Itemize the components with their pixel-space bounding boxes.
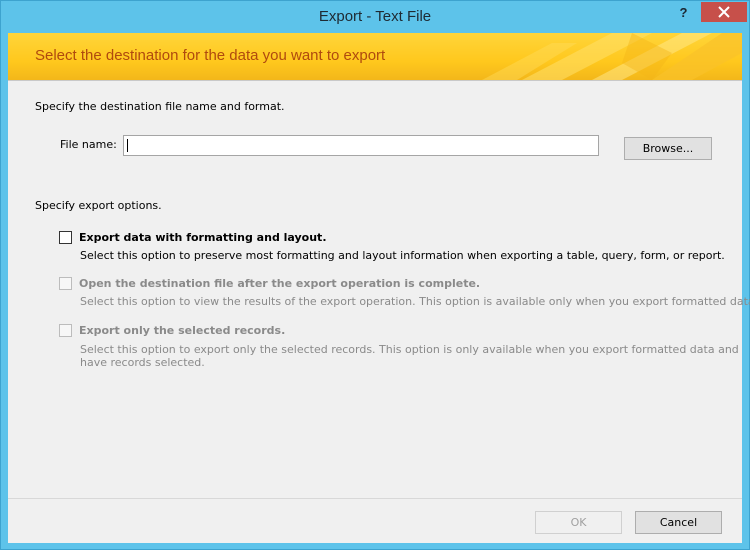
open-destination-checkbox[interactable] [59, 277, 72, 290]
title-bar[interactable]: Export - Text File ? [1, 1, 749, 33]
export-selected-description-line2: have records selected. [80, 356, 205, 369]
close-icon [718, 6, 730, 18]
open-destination-description: Select this option to view the results o… [80, 295, 750, 308]
file-name-input[interactable] [123, 135, 599, 156]
banner-divider [8, 80, 742, 81]
text-caret [127, 139, 128, 152]
options-section-label: Specify export options. [35, 199, 162, 212]
dialog-body: Select the destination for the data you … [8, 33, 750, 543]
cancel-button[interactable]: Cancel [635, 511, 722, 534]
ok-button-label: OK [570, 516, 587, 529]
cancel-button-label: Cancel [659, 516, 698, 529]
file-name-label: File name: [60, 138, 117, 151]
export-formatting-label[interactable]: Export data with formatting and layout. [79, 231, 327, 244]
export-formatting-description: Select this option to preserve most form… [80, 249, 725, 262]
export-selected-description-line1: Select this option to export only the se… [80, 343, 739, 356]
browse-button[interactable]: Browse... [624, 137, 712, 160]
header-banner: Select the destination for the data you … [8, 33, 742, 80]
export-formatting-checkbox[interactable] [59, 231, 72, 244]
export-selected-label[interactable]: Export only the selected records. [79, 324, 285, 337]
banner-heading: Select the destination for the data you … [35, 47, 386, 64]
help-icon: ? [679, 4, 688, 20]
destination-section-label: Specify the destination file name and fo… [35, 100, 285, 113]
window-title: Export - Text File [318, 8, 432, 25]
ok-button[interactable]: OK [535, 511, 622, 534]
open-destination-label[interactable]: Open the destination file after the expo… [79, 277, 480, 290]
browse-button-label: Browse... [642, 142, 694, 155]
footer-divider [8, 498, 742, 499]
banner-decoration [482, 33, 742, 80]
close-button[interactable] [701, 2, 747, 22]
export-selected-checkbox[interactable] [59, 324, 72, 337]
export-text-file-dialog: Export - Text File ? Select the destinat… [0, 0, 750, 550]
help-button[interactable]: ? [670, 2, 697, 22]
